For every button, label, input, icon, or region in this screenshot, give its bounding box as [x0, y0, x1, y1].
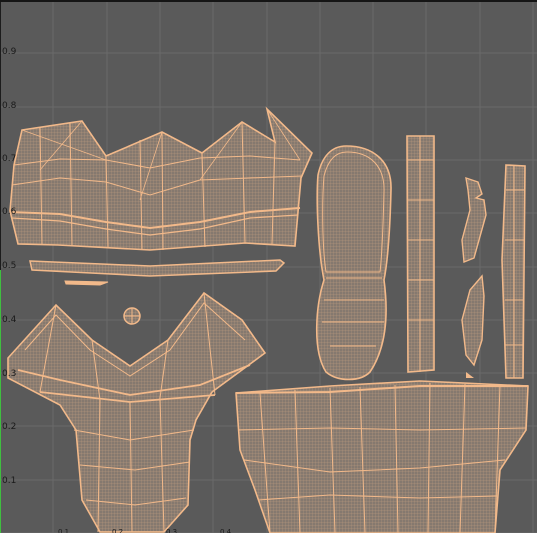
- u-tick-label: 0.3: [166, 528, 178, 533]
- uv-island-sole[interactable]: [315, 145, 392, 381]
- uv-island-strip[interactable]: [29, 259, 286, 286]
- v-tick-label: 0.2: [2, 422, 17, 432]
- v-tick-label: 0.1: [2, 476, 17, 486]
- u-tick-label: 0.4: [220, 528, 232, 533]
- v-tick-label: 0.5: [2, 261, 17, 271]
- v-tick-label: 0.8: [2, 101, 17, 111]
- uv-island-vneck[interactable]: [7, 291, 267, 533]
- uv-island-hook[interactable]: [461, 176, 487, 263]
- uv-editor-viewport[interactable]: 0.9 0.8 0.7 0.6 0.5 0.4 0.3 0.2 0.1 0.1 0.2 0.3 0.4: [0, 0, 537, 533]
- uv-island-circle[interactable]: [123, 307, 141, 325]
- uv-island-back-panel[interactable]: [235, 380, 529, 533]
- v-tick-label: 0.7: [2, 154, 17, 164]
- uv-island-tall-strip-2[interactable]: [501, 164, 526, 379]
- v-tick-label: 0.3: [2, 369, 17, 379]
- editor-top-border: [0, 0, 537, 2]
- uv-island-crescent[interactable]: [461, 274, 485, 378]
- uv-canvas[interactable]: [0, 0, 537, 533]
- u-tick-label: 0.1: [58, 528, 70, 533]
- v-axis-green-line: [0, 270, 1, 533]
- v-tick-label: 0.9: [2, 47, 17, 57]
- v-tick-label: 0.4: [2, 315, 17, 325]
- v-tick-label: 0.6: [2, 207, 17, 217]
- uv-island-tall-strip-1[interactable]: [406, 135, 435, 373]
- u-tick-label: 0.2: [112, 528, 124, 533]
- uv-islands: [7, 106, 529, 533]
